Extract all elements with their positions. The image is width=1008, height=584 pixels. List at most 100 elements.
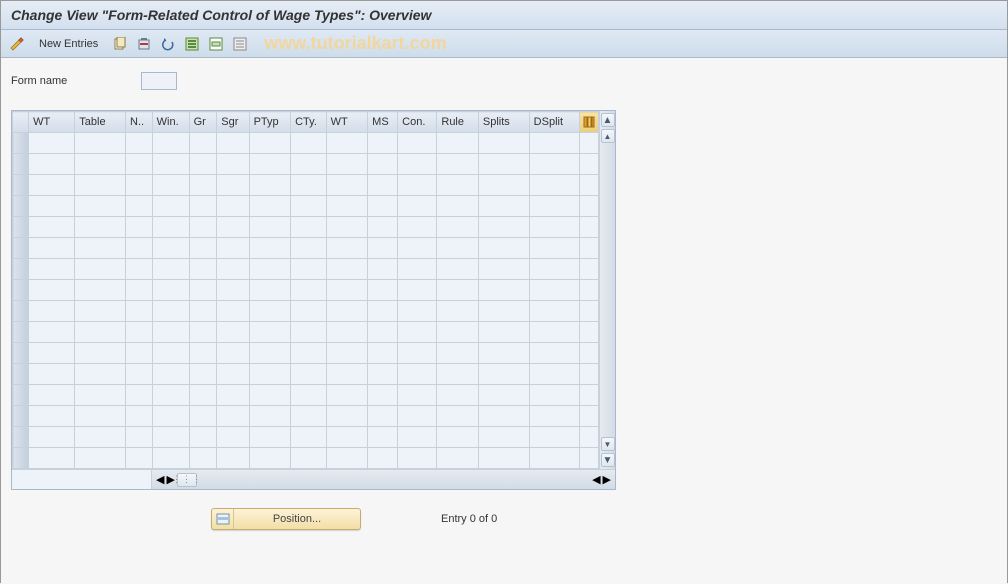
table-cell[interactable] xyxy=(291,259,327,280)
table-cell[interactable] xyxy=(529,448,580,469)
table-cell[interactable] xyxy=(529,175,580,196)
table-cell[interactable] xyxy=(437,196,479,217)
table-cell[interactable] xyxy=(398,196,437,217)
row-selector[interactable] xyxy=(13,259,29,280)
table-cell[interactable] xyxy=(189,448,217,469)
table-cell[interactable] xyxy=(152,364,189,385)
table-cell[interactable] xyxy=(291,217,327,238)
table-cell[interactable] xyxy=(75,196,126,217)
table-cell[interactable] xyxy=(529,301,580,322)
table-cell[interactable] xyxy=(291,364,327,385)
row-selector[interactable] xyxy=(13,280,29,301)
col-gr[interactable]: Gr xyxy=(189,112,217,133)
table-cell[interactable] xyxy=(291,448,327,469)
table-cell[interactable] xyxy=(152,406,189,427)
table-cell[interactable] xyxy=(75,154,126,175)
table-cell[interactable] xyxy=(249,280,291,301)
table-cell[interactable] xyxy=(249,343,291,364)
table-cell[interactable] xyxy=(326,385,368,406)
table-cell[interactable] xyxy=(126,238,153,259)
table-cell[interactable] xyxy=(249,175,291,196)
table-cell[interactable] xyxy=(126,343,153,364)
table-cell[interactable] xyxy=(152,217,189,238)
table-cell[interactable] xyxy=(152,259,189,280)
table-cell[interactable] xyxy=(478,343,529,364)
table-cell[interactable] xyxy=(437,448,479,469)
table-cell[interactable] xyxy=(437,154,479,175)
table-cell[interactable] xyxy=(437,238,479,259)
col-rule[interactable]: Rule xyxy=(437,112,479,133)
col-wt2[interactable]: WT xyxy=(326,112,368,133)
table-cell[interactable] xyxy=(368,406,398,427)
table-cell[interactable] xyxy=(326,259,368,280)
deselect-all-icon[interactable] xyxy=(230,34,250,54)
col-dsplit[interactable]: DSplit xyxy=(529,112,580,133)
col-ms[interactable]: MS xyxy=(368,112,398,133)
table-cell[interactable] xyxy=(189,280,217,301)
table-cell[interactable] xyxy=(217,427,249,448)
scroll-up-icon[interactable]: ▲ xyxy=(601,113,615,127)
table-cell[interactable] xyxy=(368,238,398,259)
col-cty[interactable]: CTy. xyxy=(291,112,327,133)
table-cell[interactable] xyxy=(217,448,249,469)
table-cell[interactable] xyxy=(368,217,398,238)
table-cell[interactable] xyxy=(126,427,153,448)
table-cell[interactable] xyxy=(75,238,126,259)
select-block-icon[interactable] xyxy=(206,34,226,54)
table-cell[interactable] xyxy=(75,217,126,238)
table-cell[interactable] xyxy=(368,448,398,469)
copy-as-icon[interactable] xyxy=(110,34,130,54)
table-cell[interactable] xyxy=(529,280,580,301)
table-cell[interactable] xyxy=(126,133,153,154)
table-cell[interactable] xyxy=(249,301,291,322)
table-cell[interactable] xyxy=(75,385,126,406)
table-cell[interactable] xyxy=(529,364,580,385)
table-cell[interactable] xyxy=(217,406,249,427)
table-cell[interactable] xyxy=(398,280,437,301)
position-button[interactable]: Position... xyxy=(211,508,361,530)
table-cell[interactable] xyxy=(398,259,437,280)
table-cell[interactable] xyxy=(189,217,217,238)
table-cell[interactable] xyxy=(326,406,368,427)
table-cell[interactable] xyxy=(398,322,437,343)
table-cell[interactable] xyxy=(217,280,249,301)
table-cell[interactable] xyxy=(291,427,327,448)
table-cell[interactable] xyxy=(126,448,153,469)
table-cell[interactable] xyxy=(529,385,580,406)
table-cell[interactable] xyxy=(126,259,153,280)
table-config-icon[interactable] xyxy=(580,112,599,133)
horizontal-scrollbar[interactable]: ◀ ▶ ⋮⋮⋮ ◀ ▶ xyxy=(12,469,615,489)
form-name-input[interactable] xyxy=(141,72,177,90)
row-selector[interactable] xyxy=(13,448,29,469)
table-cell[interactable] xyxy=(152,448,189,469)
table-cell[interactable] xyxy=(478,448,529,469)
col-con[interactable]: Con. xyxy=(398,112,437,133)
table-cell[interactable] xyxy=(291,238,327,259)
table-cell[interactable] xyxy=(249,238,291,259)
table-cell[interactable] xyxy=(152,322,189,343)
table-cell[interactable] xyxy=(368,259,398,280)
table-cell[interactable] xyxy=(291,385,327,406)
table-cell[interactable] xyxy=(152,301,189,322)
table-cell[interactable] xyxy=(398,448,437,469)
table-cell[interactable] xyxy=(126,154,153,175)
table-cell[interactable] xyxy=(398,364,437,385)
table-cell[interactable] xyxy=(189,364,217,385)
row-selector[interactable] xyxy=(13,217,29,238)
table-cell[interactable] xyxy=(398,406,437,427)
table-cell[interactable] xyxy=(478,175,529,196)
table-cell[interactable] xyxy=(368,364,398,385)
table-cell[interactable] xyxy=(291,175,327,196)
table-cell[interactable] xyxy=(529,217,580,238)
table-cell[interactable] xyxy=(249,448,291,469)
scroll-down-icon[interactable]: ▼ xyxy=(601,453,615,467)
table-cell[interactable] xyxy=(368,385,398,406)
row-selector[interactable] xyxy=(13,406,29,427)
row-selector[interactable] xyxy=(13,175,29,196)
toggle-display-change-icon[interactable] xyxy=(7,34,27,54)
table-cell[interactable] xyxy=(398,301,437,322)
table-cell[interactable] xyxy=(75,406,126,427)
table-cell[interactable] xyxy=(291,133,327,154)
table-cell[interactable] xyxy=(291,154,327,175)
table-cell[interactable] xyxy=(398,427,437,448)
